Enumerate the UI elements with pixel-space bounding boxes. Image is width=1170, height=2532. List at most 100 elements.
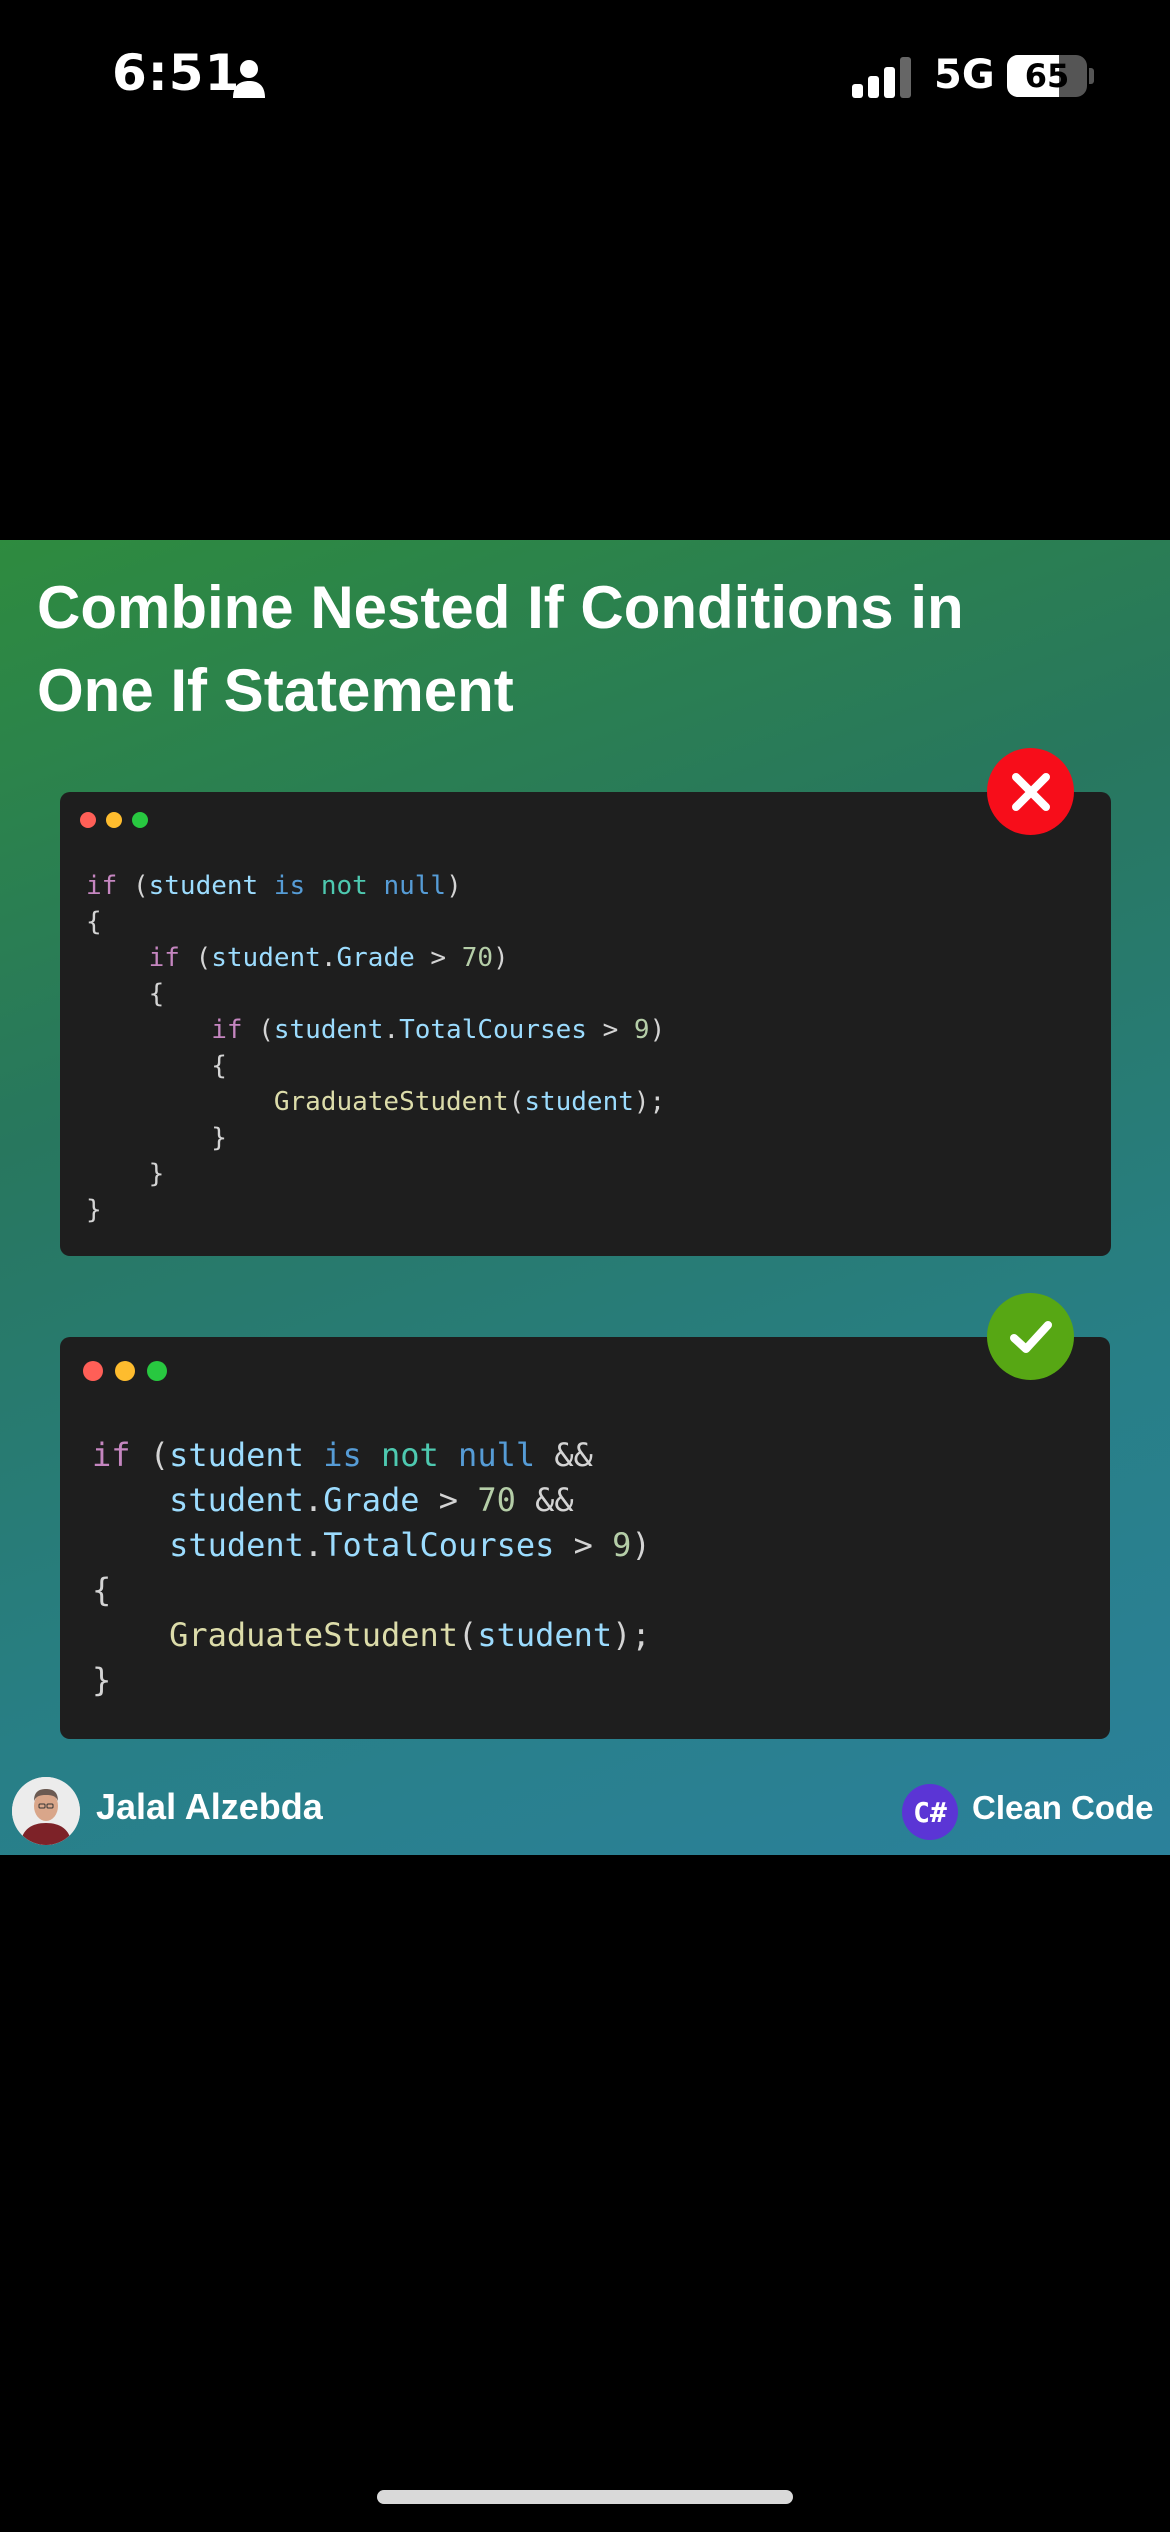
code-token: { <box>86 907 102 937</box>
code-token: ( <box>130 1436 170 1474</box>
code-token: student <box>169 1481 304 1519</box>
code-token: student <box>273 1015 384 1045</box>
code-token: > <box>419 1481 478 1519</box>
minimize-dot <box>115 1361 135 1381</box>
code-token: ( <box>117 871 149 901</box>
code-token: if <box>148 943 180 973</box>
code-line: { <box>86 976 665 1012</box>
code-token: ); <box>633 1087 666 1117</box>
code-line: } <box>86 1192 665 1228</box>
battery-percent: 65 <box>1024 57 1070 95</box>
code-token: > <box>586 1015 634 1045</box>
code-token: 9 <box>633 1015 650 1045</box>
code-line: if (student is not null) <box>86 868 665 904</box>
bad-code-card: if (student is not null){ if (student.Gr… <box>60 792 1111 1256</box>
csharp-logo-icon: C# <box>902 1784 958 1840</box>
code-token: } <box>86 1195 102 1225</box>
code-line: student.TotalCourses > 9) <box>92 1523 651 1568</box>
home-indicator[interactable] <box>377 2490 793 2504</box>
x-mark-icon <box>987 748 1074 835</box>
author-name: Jalal Alzebda <box>96 1786 323 1827</box>
code-token: student <box>169 1526 304 1564</box>
code-token: if <box>211 1015 243 1045</box>
post-image: Combine Nested If Conditions in One If S… <box>0 540 1170 1855</box>
person-icon <box>233 60 265 98</box>
code-token: Grade <box>323 1481 420 1519</box>
code-line: if (student.TotalCourses > 9) <box>86 1012 665 1048</box>
code-line: { <box>86 1048 665 1084</box>
code-token: . <box>383 1015 400 1045</box>
status-bar: 6:51 5G 65 <box>0 0 1170 160</box>
network-type: 5G <box>934 52 995 98</box>
code-line: if (student.Grade > 70) <box>86 940 665 976</box>
code-token: student <box>524 1087 634 1117</box>
battery-nub <box>1089 68 1094 84</box>
close-dot <box>83 1361 103 1381</box>
code-line: if (student is not null && <box>92 1433 651 1478</box>
code-token: 9 <box>612 1526 632 1564</box>
code-token: } <box>86 1159 165 1189</box>
code-line: GraduateStudent(student); <box>86 1084 665 1120</box>
code-token: not <box>380 1436 439 1474</box>
code-token: ( <box>508 1087 525 1117</box>
post-title-line-2: One If Statement <box>37 657 514 724</box>
code-token: && <box>535 1436 593 1474</box>
code-token: null <box>458 1436 536 1474</box>
code-token: not <box>320 871 368 901</box>
code-token: > <box>414 943 462 973</box>
code-token: > <box>554 1526 613 1564</box>
code-line: { <box>86 904 665 940</box>
post-title: Combine Nested If Conditions in One If S… <box>37 566 1037 732</box>
good-code-card: if (student is not null && student.Grade… <box>60 1337 1110 1739</box>
avatar <box>12 1777 80 1845</box>
code-line: } <box>86 1120 665 1156</box>
code-token: Grade <box>336 943 415 973</box>
minimize-dot <box>106 812 122 828</box>
code-line: } <box>92 1658 651 1703</box>
code-token: . <box>303 1481 324 1519</box>
post-title-line-1: Combine Nested If Conditions in <box>37 574 964 641</box>
code-token: student <box>477 1616 613 1654</box>
code-token: { <box>92 1571 112 1609</box>
code-token: 70 <box>461 943 494 973</box>
code-token: if <box>92 1436 131 1474</box>
code-token: student <box>169 1436 304 1474</box>
code-token: ) <box>631 1526 651 1564</box>
bad-code-block: if (student is not null){ if (student.Gr… <box>86 868 665 1228</box>
code-token: ) <box>446 871 462 901</box>
code-token: TotalCourses <box>399 1015 587 1045</box>
code-token: if <box>86 871 118 901</box>
brand-label: Clean Code <box>972 1789 1154 1826</box>
code-token: ); <box>612 1616 651 1654</box>
close-dot <box>80 812 96 828</box>
battery-icon: 65 <box>1007 55 1087 97</box>
code-token: null <box>383 871 447 901</box>
maximize-dot <box>147 1361 167 1381</box>
code-token: is <box>323 1436 362 1474</box>
code-token: ( <box>179 943 212 973</box>
signal-icon <box>852 57 911 98</box>
code-token: ( <box>458 1616 478 1654</box>
code-token: ) <box>649 1015 666 1045</box>
code-token: ( <box>242 1015 274 1045</box>
code-token: ) <box>493 943 509 973</box>
code-line: { <box>92 1568 651 1613</box>
code-token: GraduateStudent <box>169 1616 459 1654</box>
code-line: student.Grade > 70 && <box>92 1478 651 1523</box>
code-token: student <box>148 871 259 901</box>
window-controls <box>83 1361 167 1381</box>
code-token: . <box>320 943 337 973</box>
maximize-dot <box>132 812 148 828</box>
check-mark-icon <box>987 1293 1074 1380</box>
code-token: . <box>303 1526 324 1564</box>
code-token: } <box>86 1123 227 1153</box>
